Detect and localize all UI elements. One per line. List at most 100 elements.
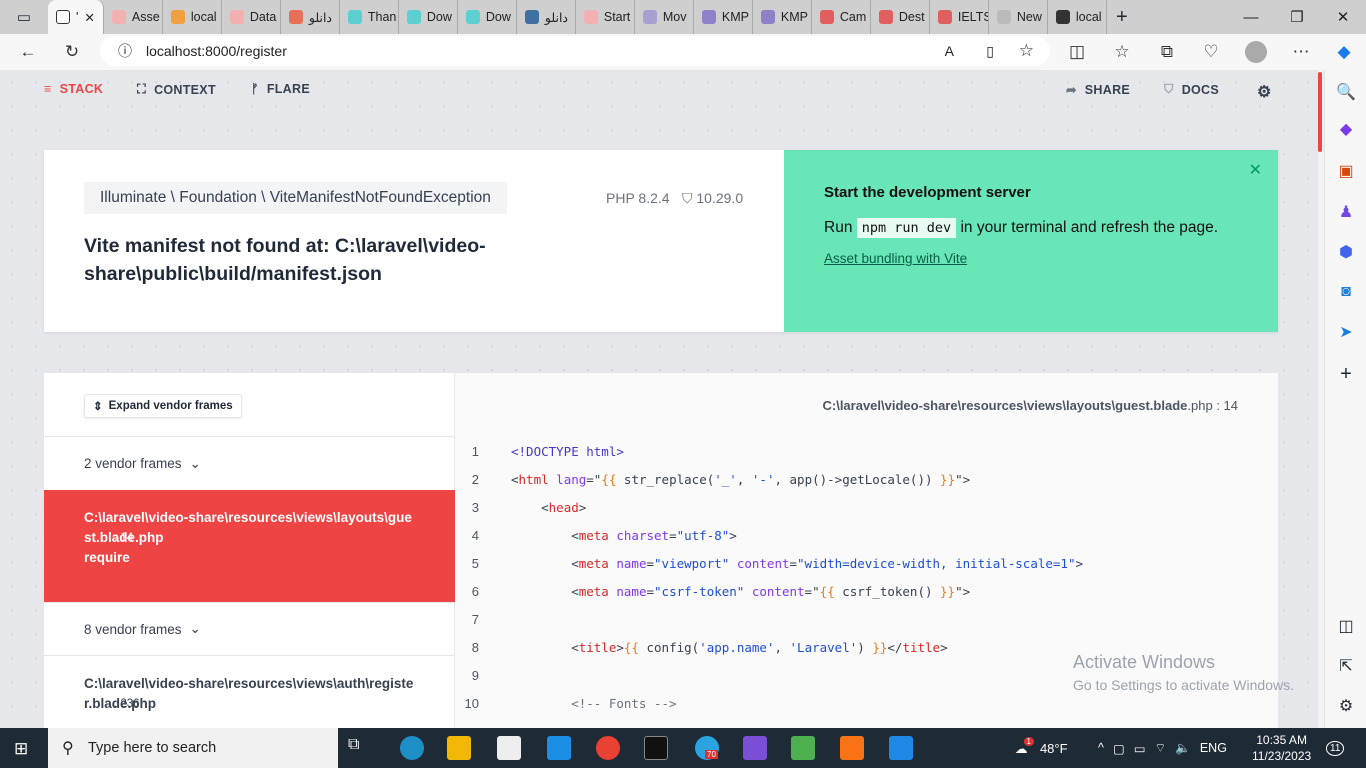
file-line: : 14 [1216,398,1238,413]
windows-start-icon[interactable]: ⊞ [14,739,28,759]
file-explorer-icon[interactable] [447,736,471,760]
browser-tab[interactable]: Mov [635,0,694,34]
nav-docs[interactable]: ⛉ DOCS [1164,82,1219,97]
volume-icon[interactable]: 🔈 [1175,741,1191,756]
browser-tab[interactable]: IELTS [930,0,989,34]
task-view-icon[interactable]: ⧉ [348,736,372,760]
drop-icon[interactable]: ➤ [1334,320,1358,344]
terminal-icon[interactable] [644,736,668,760]
file-path[interactable]: C:\laravel\video-share\resources\views\l… [822,398,1238,413]
xampp-icon[interactable] [840,736,864,760]
mail-icon[interactable] [547,736,571,760]
favorite-star-icon[interactable]: ☆ [1019,41,1034,61]
browser-tab[interactable]: Dest [871,0,930,34]
new-tab-button[interactable]: + [1107,6,1137,29]
visual-studio-icon[interactable] [743,736,767,760]
code-token: "utf-8" [676,527,730,543]
chevron-up-icon[interactable]: ^ [1098,741,1104,755]
line-number: 6 [471,583,479,599]
nav-context[interactable]: ⛶ CONTEXT [137,82,216,97]
wifi-icon[interactable]: ⌔ [1155,740,1167,756]
vite-docs-link[interactable]: Asset bundling with Vite [824,251,1238,266]
notifications-icon[interactable]: 11 [1326,728,1345,768]
back-icon[interactable]: ← [13,34,43,70]
browser-essentials-icon[interactable]: ♡ [1196,34,1226,70]
split-screen-icon[interactable]: ◫ [1062,34,1092,70]
close-tab-icon[interactable]: ✕ [84,10,94,25]
vendor-frames-group[interactable]: 8 vendor frames ⌄ [44,602,455,655]
browser-tab[interactable]: Dow [399,0,458,34]
settings-icon[interactable]: ⚙ [1334,694,1358,718]
info-icon[interactable]: ⓘ [118,41,132,61]
search-icon: ⚲ [62,740,74,757]
code-line: 4 < meta charset = "utf-8" > [455,521,1277,549]
browser-tab[interactable]: Asse [104,0,163,34]
scrollbar-thumb[interactable] [1318,72,1322,152]
immersive-reader-icon[interactable]: ▯ [986,43,994,60]
tab-actions-icon[interactable]: ▭ [0,8,48,26]
restore-button[interactable]: ❐ [1274,0,1320,34]
vendor-frames-group[interactable]: 2 vendor frames ⌄ [44,436,455,490]
more-icon[interactable]: ⋯ [1286,34,1316,70]
nav-stack[interactable]: ≡ STACK [44,82,103,96]
nav-flare[interactable]: ᚠ FLARE [251,82,310,96]
outlook-icon[interactable]: ◙ [1334,280,1358,304]
clock[interactable]: 10:35 AM 11/23/2023 [1252,728,1311,768]
browser-tab[interactable]: Start [576,0,635,34]
telegram-icon[interactable]: 70 [695,736,719,760]
favorites-icon[interactable]: ☆ [1107,34,1137,70]
arrow-icon [406,10,421,24]
file-ext: .php [1187,398,1213,413]
copilot-icon[interactable]: ◆ [1329,34,1359,70]
nav-share[interactable]: ➦ SHARE [1066,82,1130,98]
browser-tab[interactable]: New [989,0,1048,34]
language-indicator[interactable]: ENG [1200,741,1227,755]
browser-tab[interactable]: دانلو [517,0,576,34]
vendor-frames-label: 8 vendor frames [84,621,182,637]
microsoft-365-icon[interactable]: ⬢ [1334,240,1358,264]
games-icon[interactable]: ♟ [1334,200,1358,224]
stack-frame-selected[interactable]: C:\laravel\video-share\resources\views\l… [44,490,455,602]
read-aloud-icon[interactable]: A [945,43,954,59]
stack-trace-card: ⇕ Expand vendor frames 2 vendor frames ⌄ C… [44,373,1278,728]
minimize-button[interactable]: — [1228,0,1274,34]
taskbar-search-input[interactable]: ⚲ Type here to search [48,728,338,768]
weather-widget[interactable]: ☁ 1 48°F [1015,728,1068,768]
close-window-button[interactable]: ✕ [1320,0,1366,34]
shopping-icon[interactable]: ◆ [1334,117,1358,141]
search-icon[interactable]: 🔍 [1334,80,1358,104]
stack-frame[interactable]: C:\laravel\video-share\resources\views\a… [44,655,455,728]
tools-icon[interactable]: ▣ [1334,159,1358,183]
sidebar-toggle-icon[interactable]: ◫ [1334,614,1358,638]
browser-tab[interactable]: Cam [812,0,871,34]
git-icon[interactable] [791,736,815,760]
settings-gear-icon[interactable]: ⚙ [1257,82,1272,102]
refresh-icon[interactable]: ↻ [57,34,87,70]
solution-panel: ✕ Start the development server Run npm r… [784,150,1278,332]
tab-label: local [190,10,217,24]
browser-tab[interactable]: دانلو [281,0,340,34]
url-input[interactable]: ⓘ localhost:8000/register A ▯ ☆ [100,36,1050,66]
browser-tab[interactable]: local [1048,0,1107,34]
tab-label: Start [603,10,631,24]
external-link-icon[interactable]: ⇱ [1334,654,1358,678]
profile-avatar[interactable] [1241,34,1271,70]
browser-tab[interactable]: KMP [753,0,812,34]
browser-tab[interactable]: KMP [694,0,753,34]
chrome-icon[interactable] [596,736,620,760]
browser-tab[interactable]: local [163,0,222,34]
browser-tab[interactable]: Data [222,0,281,34]
battery-icon[interactable]: ▭ [1134,741,1146,756]
close-icon[interactable]: ✕ [1249,160,1262,180]
meet-now-icon[interactable]: ▢ [1113,741,1125,756]
expand-vendor-frames-button[interactable]: ⇕ Expand vendor frames [84,394,242,418]
vscode-icon[interactable] [889,736,913,760]
browser-tab[interactable]: Dow [458,0,517,34]
collections-icon[interactable]: ⧉ [1152,34,1182,70]
browser-tab[interactable]: Than [340,0,399,34]
add-icon[interactable]: + [1334,362,1358,386]
browser-tab[interactable]: ' ✕ [48,0,104,34]
edge-icon[interactable] [400,736,424,760]
store-icon[interactable] [497,736,521,760]
code-token: head [548,499,579,515]
